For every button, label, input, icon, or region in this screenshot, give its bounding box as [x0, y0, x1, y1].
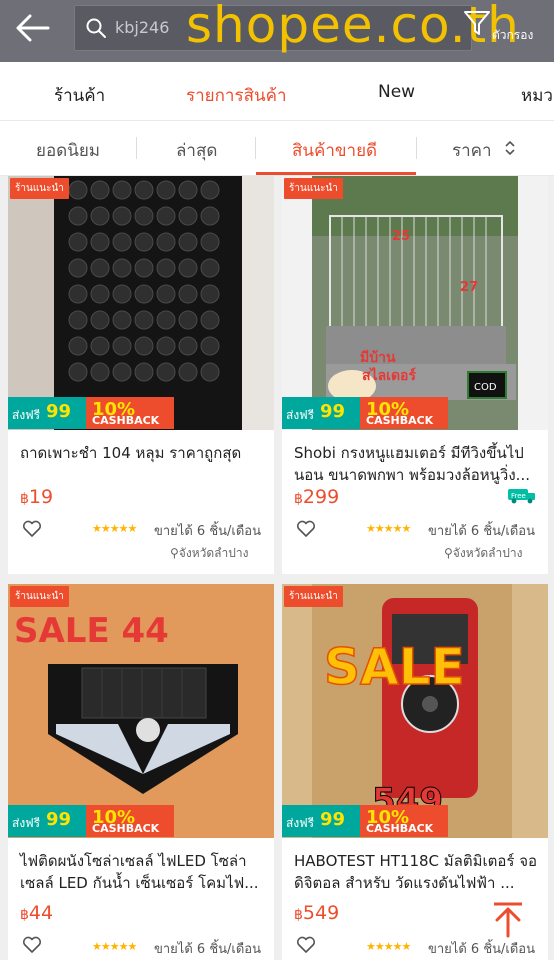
active-sort-indicator	[256, 172, 416, 175]
heart-icon[interactable]	[22, 520, 42, 538]
product-title: HABOTEST HT118C มัลติมิเตอร์ จอดิจิตอล ส…	[294, 852, 537, 892]
image-text: 25	[392, 229, 410, 244]
image-text: SALE 44	[14, 611, 169, 651]
hamster-cage-image: 25 27 มีบ้าน สไลเดอร์ COD	[282, 176, 548, 430]
multimeter-image: SALE 549	[282, 584, 548, 838]
filter-icon[interactable]	[462, 8, 492, 38]
rating-stars: ★★★★★	[366, 522, 411, 535]
tab-shops[interactable]: ร้านค้า	[54, 82, 105, 109]
product-title: ถาดเพาะชำ 104 หลุม ราคาถูกสุด	[20, 444, 242, 462]
cashback-tag: 10% CASHBACK	[86, 805, 174, 837]
solar-light-image: SALE 44	[8, 584, 274, 838]
tab-categories[interactable]: หมว	[521, 82, 553, 109]
location: ⚲จังหวัดลำปาง	[444, 546, 523, 560]
sold-count: ขายได้ 6 ชิ้น/เดือน	[428, 524, 535, 539]
product-price: ฿549	[294, 902, 340, 924]
product-price: ฿19	[20, 486, 54, 508]
product-card[interactable]: SALE 44 ร้านแนะนำ ส่งฟรี 99 10% CASHBACK ไ…	[8, 584, 274, 960]
tab-new[interactable]: New	[378, 82, 415, 102]
free-shipping-truck-icon: Free	[508, 489, 535, 504]
sort-bar: ยอดนิยม ล่าสุด สินค้าขายดี ราคา	[0, 120, 554, 176]
location-pin-icon: ⚲	[170, 546, 179, 560]
tab-products[interactable]: รายการสินค้า	[186, 82, 287, 109]
rating-stars: ★★★★★	[92, 940, 137, 953]
product-image[interactable]: ร้านแนะนำ ส่งฟรี 99 10% CASHBACK	[8, 176, 274, 430]
recommended-shop-badge: ร้านแนะนำ	[284, 178, 343, 199]
free-shipping-tag: ส่งฟรี 99	[8, 397, 86, 429]
promo-banner: ส่งฟรี 99 10% CASHBACK	[8, 805, 274, 837]
image-text: มีบ้าน	[360, 350, 396, 366]
location: ⚲จังหวัดลำปาง	[170, 546, 249, 560]
sold-count: ขายได้ 6 ชิ้น/เดือน	[154, 524, 261, 539]
top-bar: kbj246 shopee.co.th ตัวกรอง	[0, 0, 554, 62]
divider	[255, 137, 256, 159]
rating-stars: ★★★★★	[92, 522, 137, 535]
scroll-to-top-icon[interactable]	[488, 900, 528, 940]
free-shipping-tag: ส่งฟรี 99	[282, 397, 360, 429]
tab-bar: ร้านค้า รายการสินค้า New หมว	[0, 62, 554, 120]
image-text: 27	[460, 280, 478, 295]
recommended-shop-badge: ร้านแนะนำ	[10, 178, 69, 199]
search-value: kbj246	[115, 18, 170, 37]
recommended-shop-badge: ร้านแนะนำ	[10, 586, 69, 607]
cashback-tag: 10% CASHBACK	[86, 397, 174, 429]
filter-label[interactable]: ตัวกรอง	[492, 26, 533, 45]
back-arrow-icon[interactable]	[12, 12, 52, 44]
image-text: SALE	[324, 638, 465, 696]
sort-latest[interactable]: ล่าสุด	[176, 137, 217, 164]
sort-price[interactable]: ราคา	[452, 137, 492, 164]
sort-popular[interactable]: ยอดนิยม	[36, 137, 100, 164]
promo-banner: ส่งฟรี 99 10% CASHBACK	[8, 397, 274, 429]
divider	[136, 137, 137, 159]
seed-tray-image	[8, 176, 274, 430]
cashback-tag: 10% CASHBACK	[360, 397, 448, 429]
location-pin-icon: ⚲	[444, 546, 453, 560]
product-title: Shobi กรงหนูแฮมเตอร์ มีทีวิงขึ้นไป นอน ข…	[294, 444, 530, 484]
rating-stars: ★★★★★	[366, 940, 411, 953]
product-title: ไฟติดผนังโซล่าเซลล์ ไฟLED โซล่าเซลล์ LED…	[20, 852, 259, 892]
product-image[interactable]: SALE 549 ร้านแนะนำ ส่งฟรี 99 10% CASHBACK	[282, 584, 548, 838]
sold-count: ขายได้ 6 ชิ้น/เดือน	[428, 942, 535, 957]
product-price: ฿299	[294, 486, 340, 508]
product-image[interactable]: 25 27 มีบ้าน สไลเดอร์ COD ร้านแนะนำ ส่งฟ…	[282, 176, 548, 430]
recommended-shop-badge: ร้านแนะนำ	[284, 586, 343, 607]
heart-icon[interactable]	[22, 936, 42, 954]
sort-arrows-icon	[505, 140, 515, 156]
product-card[interactable]: ร้านแนะนำ ส่งฟรี 99 10% CASHBACK ถาดเพาะชำ…	[8, 176, 274, 574]
sold-count: ขายได้ 6 ชิ้น/เดือน	[154, 942, 261, 957]
heart-icon[interactable]	[296, 936, 316, 954]
product-image[interactable]: SALE 44 ร้านแนะนำ ส่งฟรี 99 10% CASHBACK	[8, 584, 274, 838]
cod-label: COD	[474, 382, 497, 393]
product-price: ฿44	[20, 902, 54, 924]
image-text: สไลเดอร์	[362, 366, 416, 384]
heart-icon[interactable]	[296, 520, 316, 538]
free-shipping-tag: ส่งฟรี 99	[8, 805, 86, 837]
cashback-tag: 10% CASHBACK	[360, 805, 448, 837]
sort-best-selling[interactable]: สินค้าขายดี	[292, 137, 377, 164]
promo-banner: ส่งฟรี 99 10% CASHBACK	[282, 397, 548, 429]
search-icon	[86, 18, 106, 38]
svg-text:Free: Free	[511, 492, 526, 500]
free-shipping-tag: ส่งฟรี 99	[282, 805, 360, 837]
product-card[interactable]: 25 27 มีบ้าน สไลเดอร์ COD ร้านแนะนำ ส่งฟ…	[282, 176, 548, 574]
promo-banner: ส่งฟรี 99 10% CASHBACK	[282, 805, 548, 837]
divider	[416, 137, 417, 159]
